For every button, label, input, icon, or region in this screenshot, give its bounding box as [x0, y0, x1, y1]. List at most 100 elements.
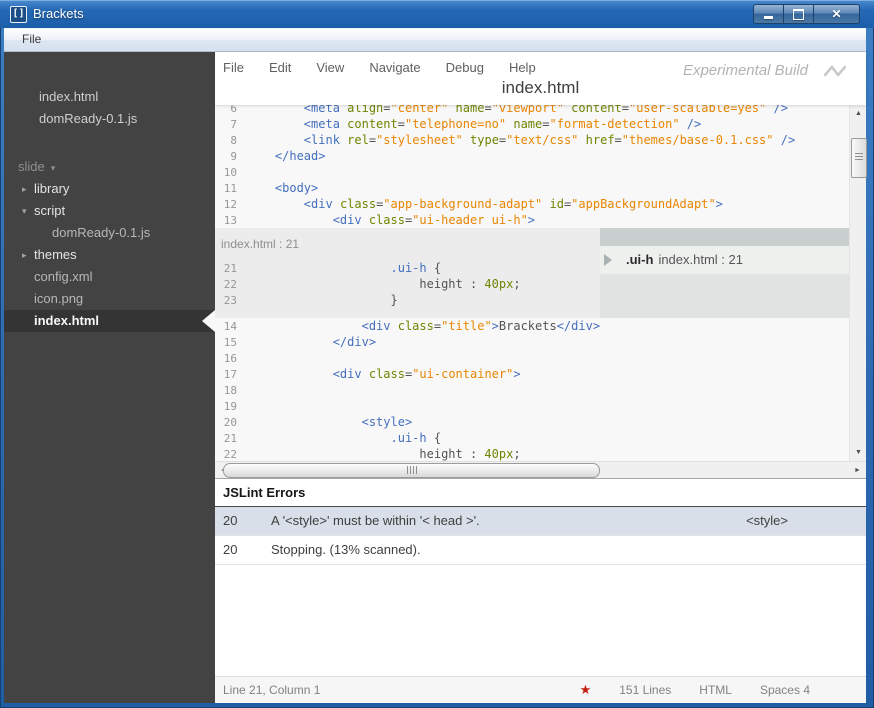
code-token: =	[433, 319, 442, 333]
code-token: 40px	[484, 447, 514, 461]
app-window: { "window": { "title": "Brackets", "menu…	[0, 0, 874, 708]
os-menu-file[interactable]: File	[4, 29, 47, 46]
menu-navigate[interactable]: Navigate	[369, 60, 420, 75]
minimize-button[interactable]	[753, 4, 783, 24]
code-line[interactable]: 22 height : 40px;	[215, 276, 600, 292]
live-preview-icon[interactable]	[824, 64, 846, 78]
line-number: 7	[230, 118, 237, 131]
code-line[interactable]: 21 .ui-h {	[215, 430, 849, 446]
horizontal-scroll-thumb[interactable]	[223, 463, 600, 478]
code-line[interactable]: 18	[215, 382, 849, 398]
sidebar: index.html domReady-0.1.js slide ▾ ▸ librar…	[4, 52, 215, 703]
minimize-icon	[764, 15, 773, 19]
scroll-right-icon[interactable]: ►	[849, 462, 866, 479]
error-code-snippet	[788, 536, 866, 564]
menu-debug[interactable]: Debug	[446, 60, 484, 75]
project-dropdown[interactable]: slide ▾	[4, 156, 215, 178]
horizontal-scrollbar[interactable]: ◄ ►	[215, 461, 866, 478]
code-token: "ui-header ui-h"	[412, 213, 528, 227]
code-line[interactable]: 12 <div class="app-background-adapt" id=…	[215, 196, 849, 212]
window-titlebar[interactable]: [] Brackets ✕	[0, 0, 874, 28]
document-title: index.html	[501, 78, 580, 97]
vertical-scroll-thumb[interactable]	[851, 138, 867, 178]
tree-item-domReady-0.1.js[interactable]: domReady-0.1.js	[4, 222, 215, 244]
code-line[interactable]: 15 </div>	[215, 334, 849, 350]
code-editor-bottom[interactable]: 14 <div class="title">Brackets</div> 15 <…	[215, 318, 849, 461]
code-line[interactable]: 11 <body>	[215, 180, 849, 196]
css-rule-item[interactable]: .ui-h index.html : 21	[600, 246, 849, 274]
editor-header: File Edit View Navigate Debug Help Experiment…	[215, 52, 866, 105]
code-line[interactable]: 13 <div class="ui-header ui-h">	[215, 212, 849, 228]
menu-help[interactable]: Help	[509, 60, 536, 75]
line-number: 20	[223, 416, 237, 429]
code-line[interactable]: 17 <div class="ui-container">	[215, 366, 849, 382]
code-token: href	[585, 133, 615, 147]
code-line[interactable]: 19	[215, 398, 849, 414]
code-token: ;	[513, 447, 521, 461]
code-line[interactable]: 7 <meta content="telephone=no" name="for…	[215, 116, 849, 132]
maximize-button[interactable]	[783, 4, 813, 24]
code-line[interactable]: 22 height : 40px;	[215, 446, 849, 461]
code-line[interactable]: 21 .ui-h {	[215, 260, 600, 276]
code-line[interactable]: 14 <div class="title">Brackets</div>	[215, 318, 849, 334]
code-token: <meta	[303, 117, 340, 131]
code-line[interactable]: 16	[215, 350, 849, 366]
code-line[interactable]: 20 <style>	[215, 414, 849, 430]
code-token: {	[426, 261, 442, 275]
os-menubar: File	[4, 28, 866, 52]
build-label: Experimental Build	[682, 62, 808, 79]
code-token: id	[549, 197, 564, 211]
code-line[interactable]: 9 </head>	[215, 148, 849, 164]
line-number: 10	[223, 166, 237, 179]
folder-expanded-icon[interactable]: ▾	[22, 200, 27, 222]
menu-edit[interactable]: Edit	[269, 60, 291, 75]
code-line[interactable]: 8 <link rel="stylesheet" type="text/css"…	[215, 132, 849, 148]
tree-item-themes[interactable]: ▸ themes	[4, 244, 215, 266]
jslint-star-icon[interactable]: ★	[580, 682, 592, 698]
line-number: 12	[223, 198, 237, 211]
code-line[interactable]: 6 <meta align="center" name="viewport" c…	[215, 105, 849, 116]
jslint-error-row[interactable]: 20 A '<style>' must be within '< head >'.…	[215, 507, 866, 536]
vertical-scrollbar[interactable]: ▲ ▼	[849, 105, 867, 461]
menu-file[interactable]: File	[223, 60, 244, 75]
tree-item-label: themes	[34, 247, 77, 262]
code-token: </head>	[274, 149, 326, 163]
inline-editor-source-label: index.html : 21	[221, 237, 300, 251]
line-number: 9	[230, 150, 237, 163]
tree-item-index.html[interactable]: index.html	[4, 310, 215, 332]
tree-item-icon.png[interactable]: icon.png	[4, 288, 215, 310]
scroll-up-icon[interactable]: ▲	[850, 105, 867, 122]
code-token: =	[484, 105, 492, 115]
code-token: <style>	[361, 415, 413, 429]
tree-item-library[interactable]: ▸ library	[4, 178, 215, 200]
line-number: 19	[223, 400, 237, 413]
scroll-down-icon[interactable]: ▼	[850, 444, 867, 461]
close-button[interactable]: ✕	[813, 4, 860, 24]
code-line[interactable]: 10	[215, 164, 849, 180]
jslint-panel: JSLint Errors 20 A '<style>' must be with…	[215, 478, 866, 676]
working-file[interactable]: index.html	[4, 86, 215, 108]
error-line-number: 20	[223, 542, 238, 557]
working-file[interactable]: domReady-0.1.js	[4, 108, 215, 130]
folder-collapsed-icon[interactable]: ▸	[22, 178, 27, 200]
code-token: >	[527, 213, 536, 227]
code-line[interactable]: 23 }	[215, 292, 600, 308]
tree-item-label: icon.png	[34, 291, 84, 306]
inline-editor-code[interactable]: index.html : 21 21 .ui-h {22 height : 40…	[215, 228, 600, 318]
tree-item-script[interactable]: ▾ script	[4, 200, 215, 222]
jslint-error-row[interactable]: 20 Stopping. (13% scanned).	[215, 536, 866, 565]
code-token: "text/css"	[506, 133, 579, 147]
code-editor-top[interactable]: 6 <meta align="center" name="viewport" c…	[215, 105, 849, 228]
code-token: <div	[332, 367, 362, 381]
tree-item-config.xml[interactable]: config.xml	[4, 266, 215, 288]
code-token: />	[686, 117, 702, 131]
menu-view[interactable]: View	[316, 60, 344, 75]
line-number: 14	[223, 320, 237, 333]
error-message: A '<style>' must be within '< head >'.	[271, 513, 480, 528]
indent-setting: Spaces 4	[759, 683, 810, 697]
folder-collapsed-icon[interactable]: ▸	[22, 244, 27, 266]
